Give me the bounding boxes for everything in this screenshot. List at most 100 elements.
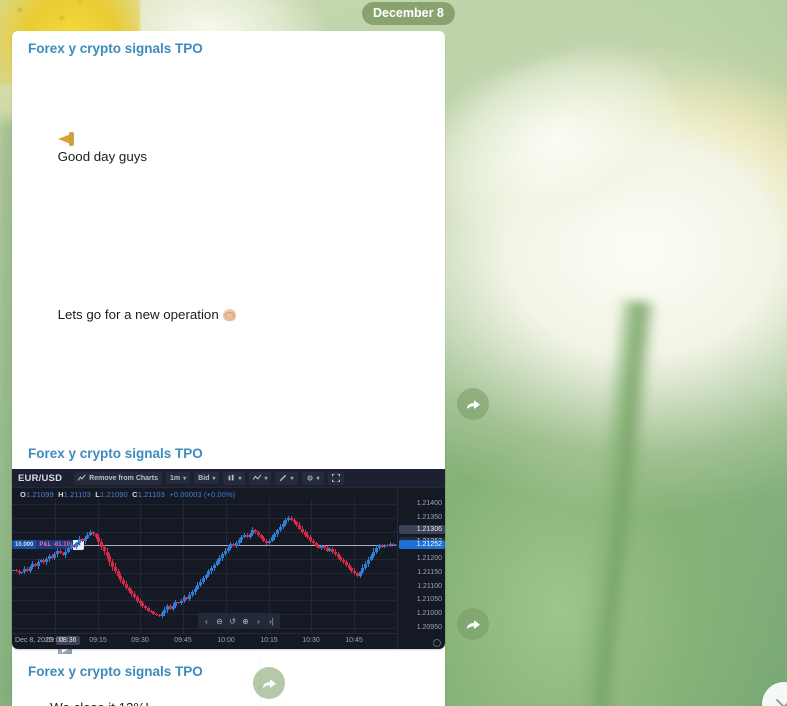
nav-zoom-out-button[interactable]: ⊖ — [213, 615, 226, 627]
tradingview-logo-icon — [433, 639, 441, 647]
chart-symbol: EUR/USD — [18, 472, 63, 484]
share-arrow-icon — [466, 399, 480, 409]
share-button[interactable] — [457, 608, 489, 640]
candlestick-icon — [229, 474, 235, 481]
chevron-down-icon: ▾ — [183, 475, 187, 482]
chevron-down-icon: ▾ — [264, 475, 268, 482]
price-axis-label: 1.21400 — [416, 500, 442, 508]
settings-button[interactable]: ▾ — [301, 471, 324, 485]
candle-body — [201, 578, 205, 582]
candle-body — [179, 600, 183, 604]
candle-body — [75, 543, 79, 547]
candle-body — [240, 536, 244, 541]
time-axis-label: 09:30 — [131, 637, 149, 644]
drawing-tools-button[interactable]: ▾ — [275, 471, 298, 485]
candle-body — [171, 605, 175, 609]
candle-body — [207, 571, 211, 576]
candle-body — [234, 543, 238, 547]
chevron-down-icon: ▾ — [290, 475, 294, 482]
time-axis-label: 10:45 — [345, 637, 363, 644]
nav-back-button[interactable]: ‹ — [200, 615, 213, 627]
time-axis-label: 10:00 — [217, 637, 235, 644]
nav-zoom-in-button[interactable]: ⊕ — [239, 615, 252, 627]
price-axis-label: 1.20950 — [416, 623, 442, 631]
indicators-button[interactable]: ▾ — [249, 471, 272, 485]
candle-body — [188, 595, 191, 599]
candle-body — [276, 530, 279, 534]
price-source-button[interactable]: Bid ▾ — [194, 472, 220, 484]
chart-gridline — [12, 586, 397, 588]
share-button[interactable] — [253, 667, 285, 699]
chat-message-list[interactable]: December 8 Forex y crypto signals TPO Go… — [0, 0, 787, 706]
fullscreen-button[interactable] — [327, 471, 344, 485]
chevron-down-icon: ▾ — [316, 475, 320, 482]
candle-body — [221, 554, 224, 558]
time-axis-label: 09:00 — [46, 637, 64, 644]
candle-body — [36, 561, 40, 566]
price-axis-label: 1.21000 — [416, 609, 442, 617]
candle-body — [270, 537, 274, 541]
candle-body — [218, 557, 222, 562]
candle-body — [210, 567, 213, 572]
price-axis-label: 1.21350 — [416, 514, 442, 522]
candle-body — [366, 559, 370, 565]
message-text: We close it 12%! 223 3:47 PM — [28, 681, 248, 706]
candle-body — [20, 572, 24, 574]
chevron-down-icon — [776, 699, 787, 706]
candle-body — [226, 547, 230, 551]
chart-gridline — [12, 504, 397, 506]
candle-body — [212, 564, 216, 568]
chevron-down-icon: ▾ — [212, 475, 216, 482]
candle-body — [361, 567, 365, 573]
message-paragraph: Lets go for a new operation — [28, 288, 433, 342]
candle-body — [83, 537, 87, 542]
candle-body — [196, 585, 200, 589]
price-tag: 1.21252 — [399, 539, 445, 549]
time-axis-label: 09:45 — [174, 637, 192, 644]
message-author: Forex y crypto signals TPO — [28, 664, 203, 679]
price-tag: 1.21306 — [399, 525, 445, 535]
chart-gridline — [12, 600, 397, 602]
chart-style-button[interactable]: ▾ — [223, 471, 246, 485]
nav-go-to-end-button[interactable]: ›| — [265, 615, 278, 627]
scroll-to-bottom-button[interactable] — [762, 682, 787, 706]
message-author: Forex y crypto signals TPO — [28, 446, 203, 461]
candle-body — [53, 554, 57, 558]
megaphone-icon — [57, 132, 74, 146]
message-bubble[interactable]: Forex y crypto signals TPO EUR/USD Remov… — [12, 436, 445, 649]
pencil-icon — [280, 474, 287, 482]
chart-navigation-controls[interactable]: ‹ ⊖ ↺ ⊕ › ›| — [198, 613, 280, 629]
time-axis-label: 10:30 — [302, 637, 320, 644]
remove-from-charts-button[interactable]: Remove from Charts — [74, 471, 163, 485]
candle-body — [215, 561, 219, 565]
candle-body — [369, 555, 373, 560]
price-axis-label: 1.21150 — [417, 568, 442, 576]
candle-body — [67, 548, 70, 552]
chart-price-axis[interactable]: 1.214001.213501.213001.212501.212001.211… — [397, 488, 445, 649]
fullscreen-icon — [331, 474, 340, 482]
share-arrow-icon — [466, 619, 480, 629]
message-bubble[interactable]: Forex y crypto signals TPO We close it 1… — [12, 654, 260, 706]
chart-toolbar[interactable]: EUR/USD Remove from Charts 1m ▾ Bid ▾ ▾ … — [12, 469, 445, 488]
candle-body — [358, 572, 362, 576]
tradingview-chart-image[interactable]: EUR/USD Remove from Charts 1m ▾ Bid ▾ ▾ … — [12, 469, 445, 649]
chart-time-axis[interactable]: Dec 8, 2020 08:36 09:00 09:15 09:30 09:45 10:0… — [12, 633, 397, 649]
candle-body — [237, 540, 241, 544]
flexed-biceps-icon — [222, 308, 237, 322]
candle-body — [45, 559, 48, 563]
chart-gridline — [12, 572, 397, 574]
indicators-icon — [253, 474, 262, 480]
time-axis-label: 10:15 — [260, 637, 278, 644]
message-author: Forex y crypto signals TPO — [28, 41, 203, 56]
nav-forward-button[interactable]: › — [252, 615, 265, 627]
interval-button[interactable]: 1m ▾ — [166, 472, 191, 484]
candle-body — [28, 567, 32, 571]
share-button[interactable] — [457, 388, 489, 420]
candle-body — [163, 609, 167, 614]
chart-line-icon — [78, 474, 86, 481]
nav-reset-button[interactable]: ↺ — [226, 615, 239, 627]
candle-body — [160, 613, 164, 617]
candle-body — [204, 575, 208, 579]
candle-body — [372, 551, 376, 556]
candle-body — [86, 534, 90, 538]
